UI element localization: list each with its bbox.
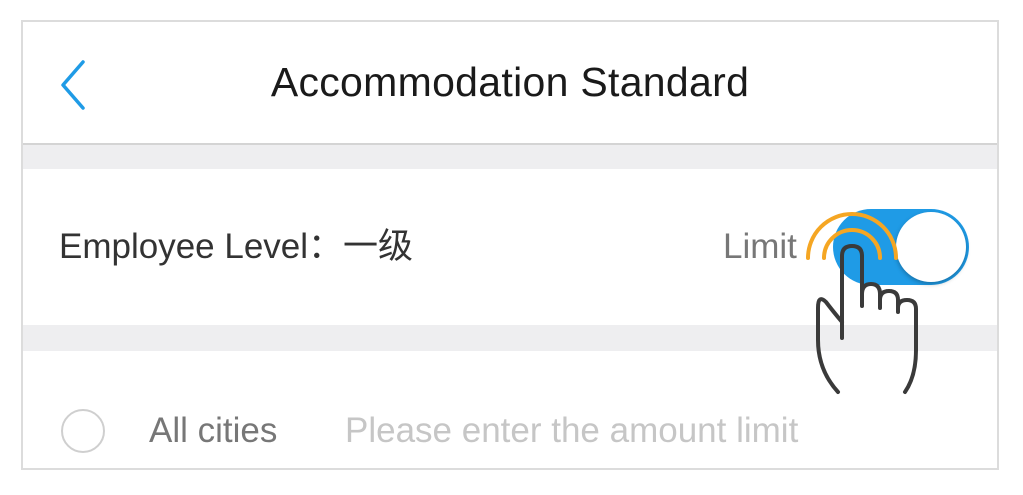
navigation-bar: Accommodation Standard [23, 22, 997, 145]
back-button[interactable] [55, 58, 95, 112]
all-cities-radio[interactable] [61, 409, 105, 453]
limit-toggle[interactable] [833, 209, 969, 285]
amount-limit-input[interactable] [345, 407, 945, 455]
chevron-left-icon [61, 60, 85, 110]
page-title: Accommodation Standard [270, 59, 750, 105]
employee-level-label: Employee Level：一级 [59, 227, 414, 266]
limit-label: Limit [723, 227, 797, 266]
city-limit-row: All cities [23, 351, 997, 468]
section-divider [23, 145, 997, 169]
employee-level-row: Employee Level：一级 Limit [23, 169, 997, 325]
section-divider [23, 325, 997, 351]
all-cities-label: All cities [149, 411, 278, 450]
phone-screen: Accommodation Standard Employee Level：一级… [21, 20, 999, 470]
toggle-knob [896, 212, 966, 282]
